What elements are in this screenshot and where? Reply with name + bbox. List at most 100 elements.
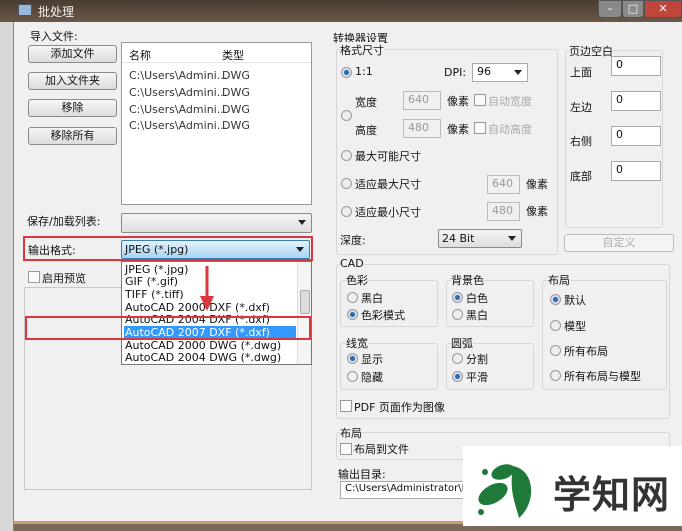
- output-dir-label: 输出目录:: [338, 468, 386, 481]
- maximize-button[interactable]: □: [622, 0, 644, 18]
- file-name[interactable]: C:\Users\Admini...: [129, 103, 227, 116]
- add-file-button[interactable]: 添加文件: [28, 45, 117, 63]
- background-app: [0, 22, 14, 531]
- width-label: 宽度: [355, 96, 377, 109]
- dpi-label: DPI:: [444, 66, 467, 79]
- max-possible-label: 最大可能尺寸: [355, 150, 421, 163]
- margin-left-label: 左边: [570, 101, 592, 114]
- dropdown-scrollbar[interactable]: [297, 262, 311, 364]
- fit-min-radio[interactable]: [341, 206, 352, 217]
- lw-hide-radio[interactable]: [347, 371, 358, 382]
- format-size-title: 格式尺寸: [340, 42, 384, 58]
- margin-top-label: 上面: [570, 66, 592, 79]
- output-format-combo[interactable]: JPEG (*.jpg): [121, 240, 310, 259]
- layout-to-file-checkbox[interactable]: [340, 443, 352, 455]
- leaf-logo-icon: [478, 464, 532, 518]
- lw-show-label: 显示: [361, 353, 383, 366]
- file-type: DWG: [222, 69, 250, 82]
- remove-button[interactable]: 移除: [28, 99, 117, 117]
- color-mode-label: 色彩模式: [361, 309, 405, 322]
- minimize-button[interactable]: –: [598, 0, 622, 18]
- output-format-label: 输出格式:: [28, 244, 76, 257]
- layout-default-label: 默认: [564, 294, 586, 307]
- preview-checkbox[interactable]: [28, 271, 40, 283]
- layout-all-label: 所有布局: [564, 345, 608, 358]
- cad-title: CAD: [340, 257, 364, 270]
- file-name[interactable]: C:\Users\Admini...: [129, 86, 227, 99]
- file-name[interactable]: C:\Users\Admini...: [129, 119, 227, 132]
- highlight-box: [25, 316, 311, 340]
- save-list-combo[interactable]: [121, 213, 312, 233]
- scrollbar-thumb[interactable]: [300, 290, 310, 314]
- pdf-as-image-label: PDF 页面作为图像: [354, 401, 445, 414]
- dpi-combo[interactable]: 96: [472, 63, 528, 82]
- arc-smooth-label: 平滑: [466, 371, 488, 384]
- height-label: 高度: [355, 124, 377, 137]
- arc-smooth-radio[interactable]: [452, 371, 463, 382]
- max-possible-radio[interactable]: [341, 150, 352, 161]
- margin-right-input[interactable]: 0: [611, 126, 661, 146]
- layout-to-file-label: 布局到文件: [354, 443, 409, 456]
- watermark-text: 学知网: [553, 473, 671, 517]
- height-input[interactable]: 480: [403, 119, 441, 138]
- layout-model-radio[interactable]: [550, 320, 561, 331]
- lw-hide-label: 隐藏: [361, 371, 383, 384]
- arc-split-radio[interactable]: [452, 353, 463, 364]
- pixel-unit: 像素: [526, 205, 548, 218]
- bg-bw-label: 黑白: [466, 309, 488, 322]
- file-name[interactable]: C:\Users\Admini...: [129, 69, 227, 82]
- pixel-unit: 像素: [447, 95, 469, 108]
- color-title: 色彩: [346, 272, 368, 288]
- depth-label: 深度:: [340, 234, 366, 247]
- auto-width-checkbox[interactable]: [474, 94, 486, 106]
- title-bar: [0, 0, 682, 22]
- ratio-radio[interactable]: [341, 67, 352, 78]
- margin-top-input[interactable]: 0: [611, 56, 661, 76]
- bg-bw-radio[interactable]: [452, 309, 463, 320]
- depth-combo[interactable]: 24 Bit: [438, 229, 522, 248]
- chevron-down-icon: [296, 247, 304, 252]
- color-bw-label: 黑白: [361, 292, 383, 305]
- layout-all-model-label: 所有布局与模型: [564, 370, 641, 383]
- margin-bottom-input[interactable]: 0: [611, 161, 661, 181]
- background-title: 背景色: [451, 272, 484, 288]
- bg-white-radio[interactable]: [452, 292, 463, 303]
- custom-button[interactable]: 自定义: [564, 234, 674, 252]
- margins-title: 页边空白: [569, 43, 613, 59]
- margin-bottom-label: 底部: [570, 170, 592, 183]
- margin-left-input[interactable]: 0: [611, 91, 661, 111]
- color-mode-radio[interactable]: [347, 309, 358, 320]
- layout-section-title: 布局: [340, 425, 362, 441]
- auto-height-checkbox[interactable]: [474, 122, 486, 134]
- window-title: 批处理: [38, 5, 75, 19]
- pdf-as-image-checkbox[interactable]: [340, 400, 352, 412]
- dropdown-option[interactable]: AutoCAD 2004 DWG (*.dwg): [124, 351, 296, 364]
- fit-min-input[interactable]: 480: [487, 202, 520, 221]
- output-format-dropdown[interactable]: JPEG (*.jpg) GIF (*.gif) TIFF (*.tiff) A…: [121, 261, 312, 365]
- file-type: DWG: [222, 103, 250, 116]
- chevron-down-icon: [508, 236, 516, 241]
- file-list[interactable]: 名称 类型 C:\Users\Admini... DWG C:\Users\Ad…: [121, 42, 312, 205]
- color-bw-radio[interactable]: [347, 292, 358, 303]
- fit-max-input[interactable]: 640: [487, 175, 520, 194]
- layout-all-model-radio[interactable]: [550, 370, 561, 381]
- add-folder-button[interactable]: 加入文件夹: [28, 72, 117, 90]
- column-name[interactable]: 名称: [129, 47, 151, 63]
- layout-all-radio[interactable]: [550, 345, 561, 356]
- auto-height-label: 自动高度: [488, 123, 532, 136]
- lineweight-title: 线宽: [346, 335, 368, 351]
- column-type[interactable]: 类型: [222, 47, 244, 63]
- width-input[interactable]: 640: [403, 91, 441, 110]
- remove-all-button[interactable]: 移除所有: [28, 127, 117, 145]
- margin-right-label: 右侧: [570, 135, 592, 148]
- import-label: 导入文件:: [30, 30, 78, 43]
- layout-model-label: 模型: [564, 320, 586, 333]
- dpi-value: 96: [477, 65, 491, 78]
- custom-size-radio[interactable]: [341, 110, 352, 121]
- layout-default-radio[interactable]: [550, 294, 561, 305]
- arc-split-label: 分割: [466, 353, 488, 366]
- lw-show-radio[interactable]: [347, 353, 358, 364]
- chevron-down-icon: [298, 220, 306, 225]
- close-button[interactable]: ✕: [644, 0, 682, 18]
- fit-max-radio[interactable]: [341, 178, 352, 189]
